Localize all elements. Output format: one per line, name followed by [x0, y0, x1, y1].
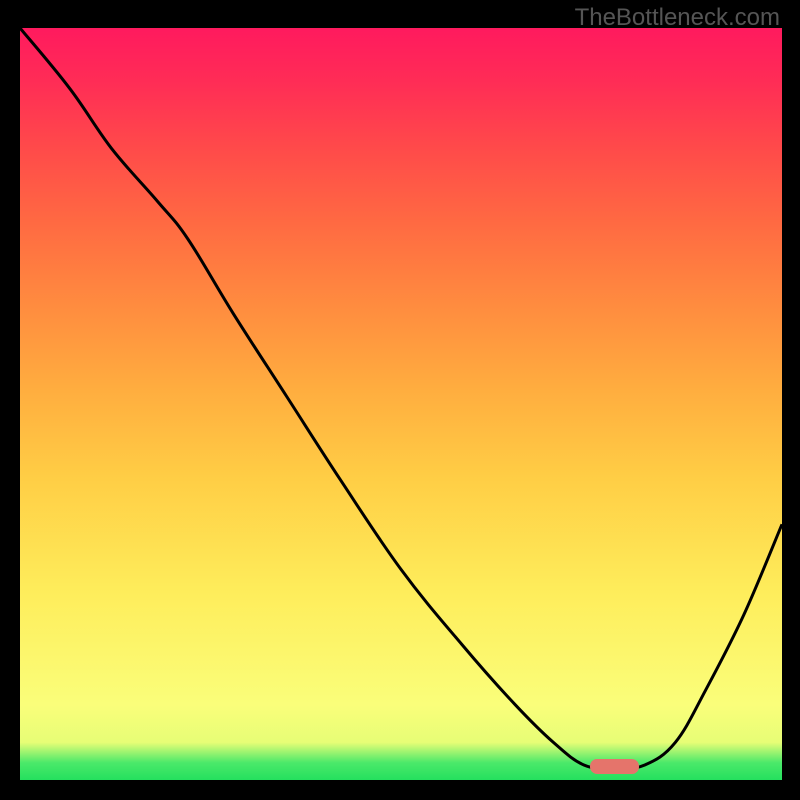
- bottleneck-curve: [20, 28, 782, 780]
- chart-frame: TheBottleneck.com: [0, 0, 800, 800]
- optimal-marker: [590, 759, 640, 773]
- watermark-text: TheBottleneck.com: [575, 4, 780, 32]
- curve-path: [20, 28, 782, 769]
